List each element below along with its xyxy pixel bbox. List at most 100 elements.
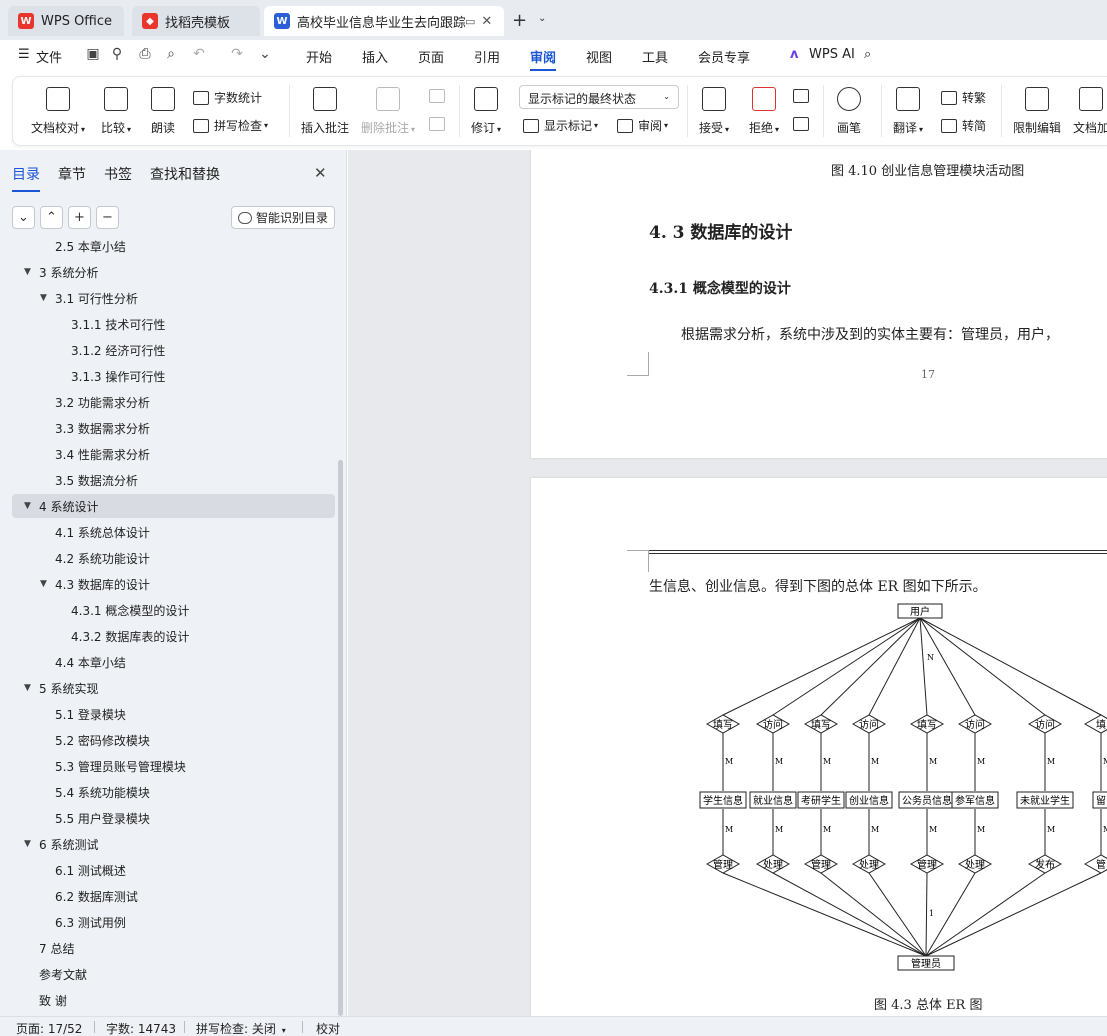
expand-toggle-icon[interactable]: ▼: [40, 293, 47, 303]
collapse-up-button[interactable]: ⌃: [40, 206, 63, 229]
expand-toggle-icon[interactable]: ▼: [24, 683, 31, 693]
hamburger-icon[interactable]: ☰: [18, 47, 30, 62]
tab-member[interactable]: 会员专享: [698, 47, 750, 66]
toc-item[interactable]: 参考文献: [12, 962, 335, 986]
toc-item[interactable]: 3.4 性能需求分析: [12, 442, 335, 466]
redo-icon[interactable]: ↷: [228, 46, 246, 64]
delete-comment-button[interactable]: 删除批注 ▾: [361, 77, 415, 136]
tab-review[interactable]: 审阅: [530, 47, 557, 71]
menu-file[interactable]: 文件: [36, 47, 62, 66]
tab-monitor-icon[interactable]: ▭: [465, 15, 475, 28]
toc-item[interactable]: ▼ 3.1 可行性分析: [12, 286, 335, 310]
toc-item[interactable]: 3.3 数据需求分析: [12, 416, 335, 440]
toc-item[interactable]: 6.3 测试用例: [12, 910, 335, 934]
markup-state-select[interactable]: 显示标记的最终状态 ⌄: [519, 85, 679, 109]
share-icon[interactable]: ⚲: [108, 46, 126, 64]
toc-item[interactable]: 5.2 密码修改模块: [12, 728, 335, 752]
expand-toggle-icon[interactable]: ▼: [24, 839, 31, 849]
spell-check-status[interactable]: 拼写检查: 关闭 ▾: [196, 1020, 286, 1036]
nav-tab-chapters[interactable]: 章节: [58, 164, 86, 192]
translate-button[interactable]: 翻译 ▾: [893, 77, 923, 136]
tab-view[interactable]: 视图: [586, 47, 612, 66]
collapse-down-button[interactable]: ⌄: [12, 206, 35, 229]
restrict-edit-button[interactable]: 限制编辑: [1013, 77, 1061, 136]
toc-item[interactable]: 3.1.2 经济可行性: [12, 338, 335, 362]
tab-wps-office[interactable]: W WPS Office: [8, 6, 124, 36]
toc-item[interactable]: 4.3.2 数据库表的设计: [12, 624, 335, 648]
word-count[interactable]: 字数: 14743: [106, 1020, 176, 1036]
expand-toggle-icon[interactable]: ▼: [24, 267, 31, 277]
doc-encrypt-button[interactable]: 文档加: [1073, 77, 1107, 136]
toc-item[interactable]: 6.1 测试概述: [12, 858, 335, 882]
wps-ai-button[interactable]: WPS AI: [809, 47, 855, 62]
spell-check-button[interactable]: 拼写检查 ▾: [193, 117, 268, 134]
toc-item[interactable]: 6.2 数据库测试: [12, 884, 335, 908]
page-indicator[interactable]: 页面: 17/52: [16, 1020, 82, 1036]
toc-item[interactable]: 5.3 管理员账号管理模块: [12, 754, 335, 778]
prev-comment-button[interactable]: [429, 89, 450, 103]
toc-item[interactable]: 5.5 用户登录模块: [12, 806, 335, 830]
show-markup-button[interactable]: 显示标记 ▾: [523, 117, 598, 134]
to-simplified-button[interactable]: 转简: [941, 117, 986, 134]
toc-item[interactable]: 4.3.1 概念模型的设计: [12, 598, 335, 622]
new-tab-icon[interactable]: +: [512, 10, 527, 31]
toc-item[interactable]: 5.1 登录模块: [12, 702, 335, 726]
review-pane-button[interactable]: 审阅 ▾: [617, 117, 668, 134]
toc-item[interactable]: 4.1 系统总体设计: [12, 520, 335, 544]
chevron-down-icon[interactable]: ⌄: [538, 13, 546, 24]
reject-button[interactable]: 拒绝 ▾: [749, 77, 779, 136]
insert-comment-button[interactable]: 插入批注: [301, 77, 349, 136]
smart-toc-button[interactable]: 智能识别目录: [231, 206, 335, 229]
read-aloud-button[interactable]: 朗读: [151, 77, 175, 136]
tab-page[interactable]: 页面: [418, 47, 444, 66]
undo-icon[interactable]: ↶: [190, 46, 208, 64]
expand-toggle-icon[interactable]: ▼: [40, 579, 47, 589]
tab-current-document[interactable]: W 高校毕业信息毕业生去向跟踪系 ▭ ✕: [264, 6, 504, 36]
toc-item[interactable]: 5.4 系统功能模块: [12, 780, 335, 804]
toc-item[interactable]: 7 总结: [12, 936, 335, 960]
next-comment-button[interactable]: [429, 117, 450, 131]
toc-item[interactable]: 4.2 系统功能设计: [12, 546, 335, 570]
toc-item[interactable]: 3.2 功能需求分析: [12, 390, 335, 414]
word-count-button[interactable]: 字数统计: [193, 89, 262, 106]
remove-heading-button[interactable]: −: [96, 206, 119, 229]
expand-toggle-icon[interactable]: ▼: [24, 501, 31, 511]
prev-change-button[interactable]: [793, 89, 814, 103]
doc-proofread-button[interactable]: 文档校对 ▾: [31, 77, 85, 136]
nav-tab-bookmarks[interactable]: 书签: [104, 164, 132, 192]
accept-button[interactable]: 接受 ▾: [699, 77, 729, 136]
tab-references[interactable]: 引用: [474, 47, 500, 66]
toc-item[interactable]: 3.5 数据流分析: [12, 468, 335, 492]
next-change-button[interactable]: [793, 117, 814, 131]
toc-item[interactable]: 2.5 本章小结: [12, 240, 335, 258]
to-traditional-button[interactable]: 转繁: [941, 89, 986, 106]
tab-tools[interactable]: 工具: [642, 47, 668, 66]
close-icon[interactable]: ✕: [314, 164, 327, 182]
track-changes-button[interactable]: 修订 ▾: [471, 77, 501, 136]
proofread-status[interactable]: 校对: [316, 1020, 340, 1036]
toc-item[interactable]: ▼ 4 系统设计: [12, 494, 335, 518]
more-chevron-icon[interactable]: ⌄: [256, 46, 274, 64]
compare-button[interactable]: 比较 ▾: [101, 77, 131, 136]
nav-tab-toc[interactable]: 目录: [12, 164, 40, 192]
tab-insert[interactable]: 插入: [362, 47, 388, 66]
toc-item[interactable]: ▼ 4.3 数据库的设计: [12, 572, 335, 596]
toc-item[interactable]: ▼ 6 系统测试: [12, 832, 335, 856]
save-icon[interactable]: ▣: [84, 46, 102, 64]
toc-item[interactable]: 4.4 本章小结: [12, 650, 335, 674]
tab-docer-templates[interactable]: ◆ 找稻壳模板: [132, 6, 260, 36]
toc-item[interactable]: ▼ 5 系统实现: [12, 676, 335, 700]
toc-item[interactable]: 3.1.1 技术可行性: [12, 312, 335, 336]
search-icon[interactable]: ⌕: [864, 47, 871, 62]
tab-start[interactable]: 开始: [306, 47, 332, 66]
toc-item[interactable]: ▼ 3 系统分析: [12, 260, 335, 284]
nav-tab-find-replace[interactable]: 查找和替换: [150, 164, 220, 192]
toc-scrollbar[interactable]: [338, 460, 343, 1016]
print-preview-icon[interactable]: ⌕: [162, 46, 180, 64]
close-tab-icon[interactable]: ✕: [481, 14, 492, 29]
toc-item[interactable]: 3.1.3 操作可行性: [12, 364, 335, 388]
toc-item[interactable]: 致 谢: [12, 988, 335, 1012]
ink-button[interactable]: 画笔: [837, 77, 861, 136]
print-icon[interactable]: ⎙: [136, 46, 154, 64]
add-heading-button[interactable]: +: [68, 206, 91, 229]
